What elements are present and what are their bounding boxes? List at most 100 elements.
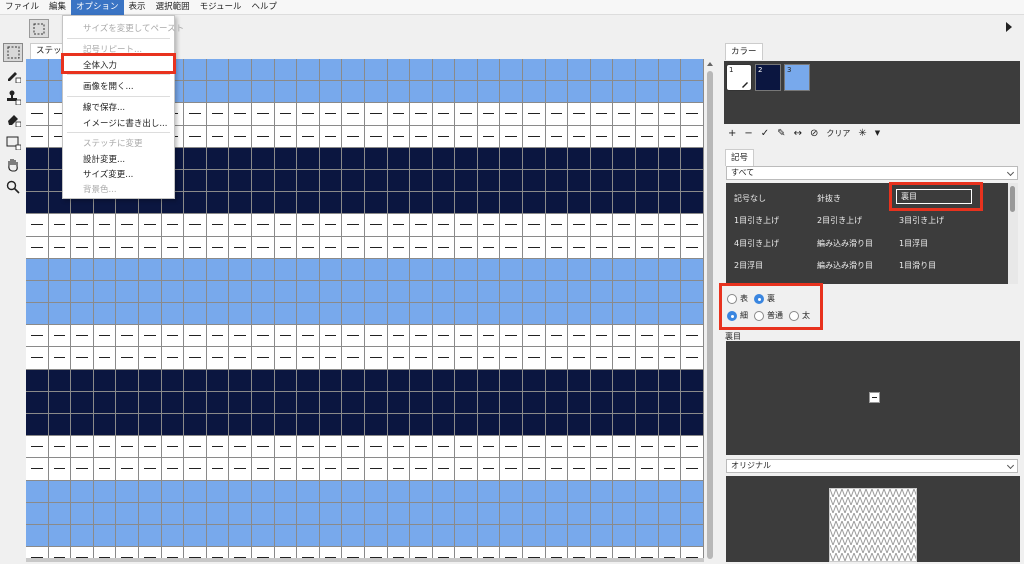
grid-cell[interactable] <box>613 214 637 237</box>
grid-cell[interactable] <box>48 369 72 392</box>
grid-cell[interactable] <box>319 524 343 548</box>
grid-cell[interactable] <box>410 436 433 459</box>
grid-cell[interactable] <box>26 414 49 437</box>
grid-cell[interactable] <box>93 369 117 392</box>
grid-cell[interactable] <box>138 480 162 503</box>
grid-cell[interactable] <box>342 214 365 237</box>
grid-cell[interactable] <box>71 436 94 459</box>
grid-cell[interactable] <box>342 502 365 525</box>
grid-cell[interactable] <box>455 480 478 503</box>
grid-cell[interactable] <box>410 192 433 215</box>
grid-cell[interactable] <box>477 391 501 414</box>
grid-cell[interactable] <box>568 280 591 304</box>
grid-cell[interactable] <box>274 480 298 503</box>
grid-cell[interactable] <box>387 325 411 348</box>
grid-cell[interactable] <box>681 280 704 304</box>
grid-cell[interactable] <box>568 258 591 281</box>
grid-cell[interactable] <box>364 369 388 392</box>
grid-cell[interactable] <box>26 280 49 304</box>
grid-cell[interactable] <box>206 192 230 215</box>
grid-cell[interactable] <box>229 236 252 259</box>
grid-cell[interactable] <box>410 236 433 259</box>
grid-cell[interactable] <box>545 258 569 281</box>
grid-cell[interactable] <box>523 524 546 548</box>
grid-cell[interactable] <box>206 147 230 170</box>
grid-cell[interactable] <box>274 59 298 82</box>
grid-cell[interactable] <box>523 103 546 126</box>
remove-color-icon[interactable]: − <box>744 128 752 139</box>
scroll-up-icon[interactable] <box>707 62 713 66</box>
grid-cell[interactable] <box>206 325 230 348</box>
grid-cell[interactable] <box>658 103 682 126</box>
grid-cell[interactable] <box>681 325 704 348</box>
grid-cell[interactable] <box>387 436 411 459</box>
grid-cell[interactable] <box>636 458 659 481</box>
grid-cell[interactable] <box>658 414 682 437</box>
sparkle-icon[interactable]: ✳ <box>858 128 866 139</box>
grid-cell[interactable] <box>26 391 49 414</box>
grid-cell[interactable] <box>229 369 252 392</box>
grid-cell[interactable] <box>364 169 388 193</box>
grid-cell[interactable] <box>116 414 139 437</box>
grid-cell[interactable] <box>251 347 275 370</box>
grid-cell[interactable] <box>681 125 704 148</box>
grid-cell[interactable] <box>636 502 659 525</box>
grid-cell[interactable] <box>274 414 298 437</box>
grid-cell[interactable] <box>251 125 275 148</box>
grid-cell[interactable] <box>613 258 637 281</box>
grid-cell[interactable] <box>410 214 433 237</box>
grid-cell[interactable] <box>251 169 275 193</box>
grid-cell[interactable] <box>523 81 546 104</box>
grid-cell[interactable] <box>274 280 298 304</box>
grid-cell[interactable] <box>319 169 343 193</box>
grid-cell[interactable] <box>251 59 275 82</box>
grid-cell[interactable] <box>432 391 456 414</box>
grid-cell[interactable] <box>184 169 207 193</box>
grid-cell[interactable] <box>590 524 614 548</box>
grid-cell[interactable] <box>319 192 343 215</box>
grid-cell[interactable] <box>658 436 682 459</box>
grid-cell[interactable] <box>71 258 94 281</box>
grid-cell[interactable] <box>138 436 162 459</box>
grid-cell[interactable] <box>613 59 637 82</box>
grid-cell[interactable] <box>500 524 524 548</box>
grid-cell[interactable] <box>251 258 275 281</box>
grid-cell[interactable] <box>364 524 388 548</box>
grid-cell[interactable] <box>545 280 569 304</box>
menu-file[interactable]: ファイル <box>0 0 44 15</box>
grid-cell[interactable] <box>161 369 185 392</box>
grid-cell[interactable] <box>206 236 230 259</box>
grid-cell[interactable] <box>26 59 49 82</box>
grid-cell[interactable] <box>681 391 704 414</box>
grid-cell[interactable] <box>455 214 478 237</box>
grid-cell[interactable] <box>523 414 546 437</box>
grid-cell[interactable] <box>342 125 365 148</box>
grid-cell[interactable] <box>477 502 501 525</box>
grid-cell[interactable] <box>500 436 524 459</box>
scroll-thumb[interactable] <box>707 71 713 559</box>
grid-cell[interactable] <box>568 502 591 525</box>
grid-cell[interactable] <box>229 325 252 348</box>
grid-cell[interactable] <box>681 147 704 170</box>
grid-cell[interactable] <box>274 147 298 170</box>
grid-cell[interactable] <box>432 524 456 548</box>
grid-cell[interactable] <box>206 458 230 481</box>
grid-cell[interactable] <box>523 192 546 215</box>
grid-cell[interactable] <box>229 59 252 82</box>
check-icon[interactable]: ✓ <box>761 128 769 139</box>
clear-colors-button[interactable]: クリア <box>826 128 850 139</box>
grid-cell[interactable] <box>410 103 433 126</box>
grid-cell[interactable] <box>387 369 411 392</box>
grid-cell[interactable] <box>681 458 704 481</box>
range-tool[interactable] <box>3 133 23 152</box>
grid-cell[interactable] <box>138 347 162 370</box>
menu-help[interactable]: ヘルプ <box>246 0 282 15</box>
symbol-item[interactable]: 2目浮目 <box>734 260 763 271</box>
symbol-item[interactable]: 針抜き <box>817 193 841 204</box>
grid-cell[interactable] <box>93 480 117 503</box>
grid-cell[interactable] <box>26 480 49 503</box>
grid-cell[interactable] <box>568 214 591 237</box>
grid-cell[interactable] <box>432 147 456 170</box>
grid-cell[interactable] <box>206 258 230 281</box>
grid-cell[interactable] <box>545 458 569 481</box>
